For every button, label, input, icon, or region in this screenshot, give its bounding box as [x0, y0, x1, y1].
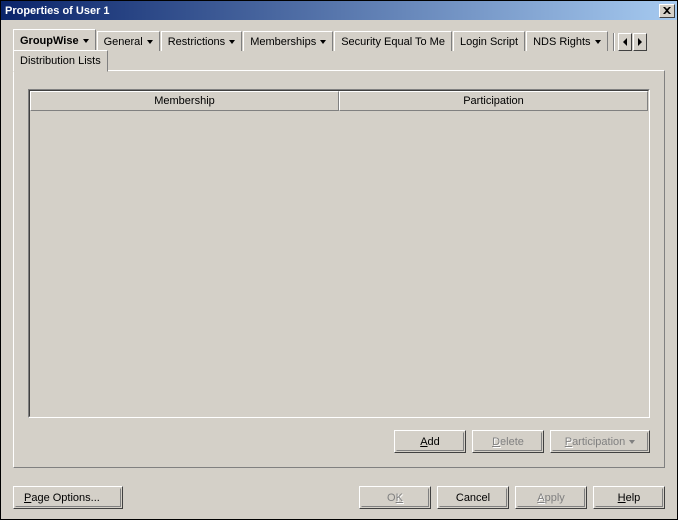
page-options-button[interactable]: Page Options...	[13, 486, 123, 509]
subtab-distribution-lists[interactable]: Distribution Lists	[13, 50, 108, 72]
tab-label: Restrictions	[168, 36, 225, 48]
apply-button: Apply	[515, 486, 587, 509]
tab-groupwise[interactable]: GroupWise	[13, 29, 96, 51]
tab-restrictions[interactable]: Restrictions	[161, 31, 242, 51]
button-label: Help	[618, 492, 641, 504]
subtabs-row: Distribution Lists	[13, 50, 665, 71]
tab-label: General	[104, 36, 143, 48]
chevron-right-icon	[638, 38, 642, 46]
add-button[interactable]: Add	[394, 430, 466, 453]
titlebar: Properties of User 1	[1, 1, 677, 20]
tabs-row: GroupWise General Restrictions Membershi…	[13, 30, 665, 51]
tab-label: Login Script	[460, 36, 518, 48]
tab-memberships[interactable]: Memberships	[243, 31, 333, 51]
chevron-down-icon	[229, 40, 235, 44]
chevron-down-icon	[147, 40, 153, 44]
button-label: Apply	[537, 492, 565, 504]
table-area: Membership Participation	[28, 89, 650, 418]
window-title: Properties of User 1	[3, 5, 659, 17]
tab-security-equal-to-me[interactable]: Security Equal To Me	[334, 31, 452, 51]
bottom-bar: Page Options... OK Cancel Apply Help	[1, 478, 677, 519]
tab-nds-rights[interactable]: NDS Rights	[526, 31, 607, 51]
tab-scroll-right[interactable]	[633, 33, 647, 51]
table-inner: Membership Participation	[29, 90, 649, 417]
cancel-button[interactable]: Cancel	[437, 486, 509, 509]
action-row: Add Delete Participation	[28, 430, 650, 453]
column-header-membership[interactable]: Membership	[30, 91, 339, 111]
button-label: OK	[387, 492, 403, 504]
ok-button: OK	[359, 486, 431, 509]
chevron-down-icon	[629, 440, 635, 444]
close-button[interactable]	[659, 4, 675, 18]
button-label: Participation	[565, 436, 626, 448]
button-label: Delete	[492, 436, 524, 448]
chevron-down-icon	[595, 40, 601, 44]
tab-scroll-left[interactable]	[618, 33, 632, 51]
content-area: GroupWise General Restrictions Membershi…	[1, 20, 677, 478]
column-label: Membership	[154, 95, 215, 107]
tab-label: GroupWise	[20, 35, 79, 47]
panel: Membership Participation Add Delete Part…	[13, 70, 665, 468]
chevron-down-icon	[320, 40, 326, 44]
tab-label: Security Equal To Me	[341, 36, 445, 48]
tab-general[interactable]: General	[97, 31, 160, 51]
button-label: Page Options...	[24, 492, 100, 504]
tab-scrollers	[611, 33, 647, 51]
table-body[interactable]	[30, 111, 648, 416]
button-label: Cancel	[456, 492, 490, 504]
delete-button: Delete	[472, 430, 544, 453]
column-header-participation[interactable]: Participation	[339, 91, 648, 111]
participation-button: Participation	[550, 430, 650, 453]
chevron-left-icon	[623, 38, 627, 46]
tab-scroll-separator	[613, 33, 615, 51]
help-button[interactable]: Help	[593, 486, 665, 509]
tab-label: Memberships	[250, 36, 316, 48]
close-icon	[663, 7, 671, 14]
subtab-label: Distribution Lists	[20, 55, 101, 67]
table-header: Membership Participation	[30, 91, 648, 111]
button-label: Add	[420, 436, 440, 448]
tab-login-script[interactable]: Login Script	[453, 31, 525, 51]
tab-label: NDS Rights	[533, 36, 590, 48]
column-label: Participation	[463, 95, 524, 107]
chevron-down-icon	[83, 39, 89, 43]
